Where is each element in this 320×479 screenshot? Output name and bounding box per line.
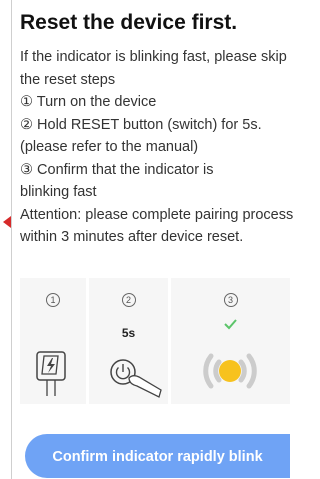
instruction-line: ③ Confirm that the indicator is <box>20 161 214 178</box>
power-button-press-icon <box>110 359 162 398</box>
instruction-line: Attention: please complete pairing proce… <box>20 206 294 223</box>
instruction-line: If the indicator is blinking fast, pleas… <box>20 49 287 65</box>
step-3-panel: 3 <box>171 278 290 404</box>
instruction-text: If the indicator is blinking fast, pleas… <box>20 46 294 249</box>
checkmark-icon <box>224 319 237 330</box>
reset-instructions-panel: Reset the device first. If the indicator… <box>20 0 294 249</box>
instruction-line: ① Turn on the device <box>20 94 157 110</box>
instruction-line: the reset steps <box>20 71 116 88</box>
instruction-line: ② Hold RESET button (switch) for 5s. <box>20 116 262 133</box>
power-plug-icon <box>36 351 66 396</box>
instruction-line: (please refer to the manual) <box>20 139 199 155</box>
steps-illustration: 1 2 5s 3 <box>20 278 290 404</box>
instruction-line: blinking fast <box>20 184 97 200</box>
page-title: Reset the device first. <box>20 11 238 34</box>
left-edge-line <box>11 0 12 479</box>
instruction-line: within 3 minutes after device reset. <box>20 229 244 245</box>
step-1-panel: 1 <box>20 278 89 404</box>
red-pointer-icon <box>3 216 11 228</box>
step-2-panel: 2 5s <box>89 278 171 404</box>
confirm-rapid-blink-button[interactable]: Confirm indicator rapidly blink <box>25 434 290 478</box>
blinking-indicator-icon <box>203 319 257 389</box>
